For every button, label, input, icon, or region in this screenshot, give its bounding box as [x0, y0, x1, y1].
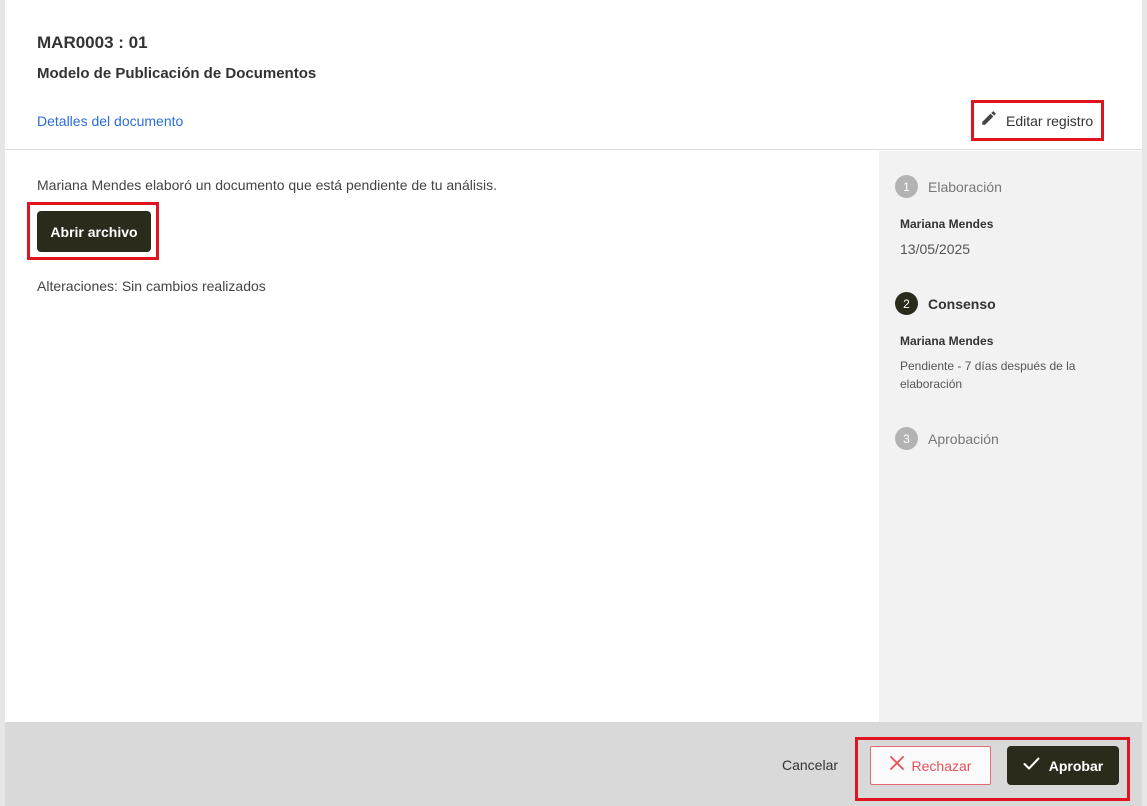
- document-content-panel: Mariana Mendes elaboró un documento que …: [5, 151, 879, 722]
- reject-button[interactable]: Rechazar: [870, 746, 991, 785]
- workflow-step-consensus: 2 Consenso: [895, 292, 996, 315]
- approve-label: Aprobar: [1048, 757, 1104, 774]
- document-header: MAR0003 : 01 Modelo de Publicación de Do…: [5, 0, 1142, 150]
- step-name: Elaboración: [928, 178, 1002, 195]
- document-review-window: MAR0003 : 01 Modelo de Publicación de Do…: [5, 0, 1142, 806]
- checkmark-icon: [1023, 757, 1040, 775]
- document-details-link[interactable]: Detalles del documento: [37, 113, 183, 129]
- step-name: Aprobación: [928, 430, 999, 447]
- edit-record-button[interactable]: Editar registro: [971, 100, 1104, 141]
- approve-button[interactable]: Aprobar: [1007, 746, 1119, 785]
- step-name: Consenso: [928, 295, 996, 312]
- step-date: 13/05/2025: [900, 241, 971, 257]
- changes-summary: Alteraciones: Sin cambios realizados: [37, 278, 266, 294]
- action-footer: Cancelar Rechazar Aprobar: [5, 722, 1142, 806]
- step-status: Pendiente - 7 días después de la elabora…: [900, 359, 1076, 391]
- reject-label: Rechazar: [911, 757, 972, 774]
- pencil-icon: [980, 109, 998, 132]
- step-user: Mariana Mendes: [900, 217, 994, 231]
- open-file-button[interactable]: Abrir archivo: [37, 211, 151, 252]
- close-icon: [889, 756, 904, 775]
- step-number-badge: 1: [895, 175, 918, 198]
- edit-record-label: Editar registro: [1006, 112, 1094, 129]
- workflow-step-elaboration: 1 Elaboración: [895, 175, 1002, 198]
- pending-review-message: Mariana Mendes elaboró un documento que …: [37, 177, 497, 193]
- document-title: Modelo de Publicación de Documentos: [37, 65, 317, 82]
- step-user: Mariana Mendes: [900, 334, 994, 348]
- cancel-button[interactable]: Cancelar: [782, 757, 838, 773]
- workflow-step-approval: 3 Aprobación: [895, 427, 999, 450]
- workflow-sidebar: 1 Elaboración Mariana Mendes 13/05/2025 …: [879, 151, 1142, 722]
- step-number-badge: 2: [895, 292, 918, 315]
- step-number-badge: 3: [895, 427, 918, 450]
- document-code: MAR0003 : 01: [37, 33, 148, 52]
